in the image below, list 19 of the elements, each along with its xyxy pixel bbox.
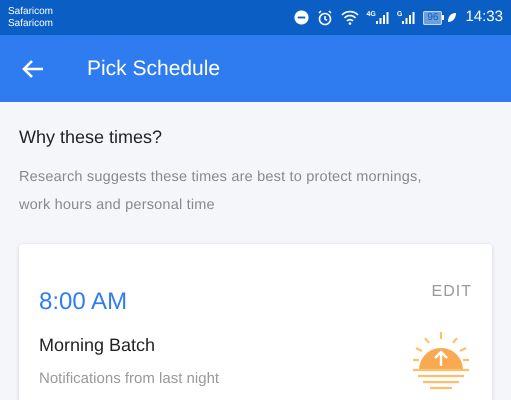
signal-icon (402, 11, 416, 24)
battery-level: 96 (423, 10, 442, 24)
carrier-name: Safaricom (8, 6, 54, 18)
info-heading: Why these times? (19, 126, 164, 149)
carrier-name: Safaricom (8, 18, 54, 30)
sunrise-icon (410, 330, 472, 392)
app-bar-title: Pick Schedule (87, 56, 220, 82)
schedule-card[interactable]: 8:00 AM EDIT Morning Batch Notifications from last night (19, 244, 492, 400)
do-not-disturb-icon (294, 10, 309, 25)
wifi-icon (340, 10, 359, 25)
back-arrow-icon[interactable] (22, 58, 44, 78)
leaf-icon (447, 12, 458, 23)
batch-name: Morning Batch (39, 334, 156, 356)
batch-description: Notifications from last night (39, 370, 220, 388)
batch-time: 8:00 AM (39, 288, 128, 316)
info-text: Research suggests these times are best to protect mornings, work hours and personal time (19, 168, 423, 215)
alarm-icon (316, 10, 333, 26)
clock: 14:33 (465, 7, 503, 28)
signal-icon (376, 11, 389, 24)
